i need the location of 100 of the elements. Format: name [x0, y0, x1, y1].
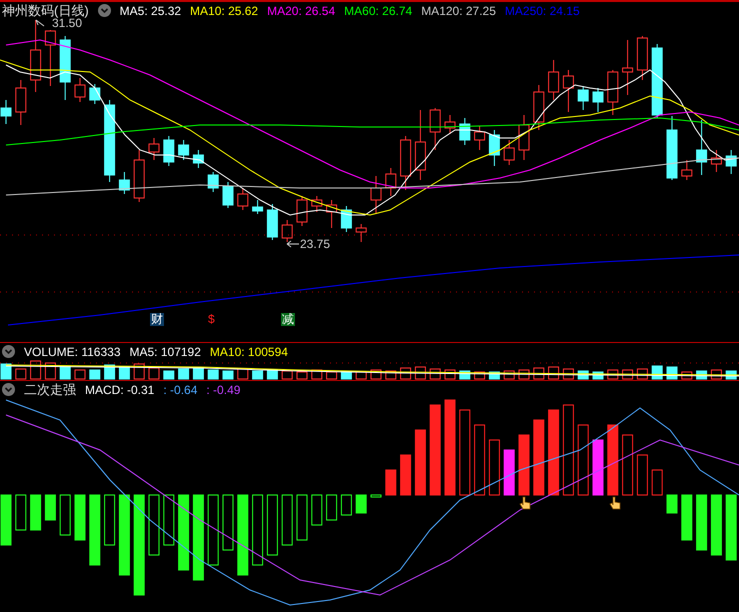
- volume-bar: [266, 370, 278, 380]
- candlestick: [726, 150, 737, 174]
- macd-bar: [163, 494, 174, 546]
- candlestick: [163, 136, 174, 166]
- volume-bar: [311, 370, 322, 380]
- hand-pointer-icon: [519, 496, 530, 510]
- volume-bar: [252, 370, 264, 380]
- candlestick: [192, 150, 204, 168]
- event-marker[interactable]: 财: [150, 313, 164, 326]
- indicator-value: MA5: 107192: [130, 344, 201, 358]
- candlestick: [488, 130, 500, 166]
- macd-bar: [30, 494, 42, 530]
- candlestick: [296, 196, 308, 226]
- candlestick: [607, 70, 618, 116]
- macd-bar: [44, 494, 56, 520]
- macd-bar: [385, 470, 396, 496]
- volume-bar: [89, 370, 100, 380]
- candlestick: [385, 168, 396, 196]
- volume-bar: [444, 370, 456, 380]
- dropdown-icon[interactable]: [2, 345, 15, 358]
- candlestick: [430, 108, 441, 150]
- candlestick: [89, 84, 100, 104]
- volume-bar: [548, 366, 560, 380]
- volume-bar: [237, 368, 248, 380]
- macd-bar: [266, 494, 278, 556]
- volume-bar: [0, 364, 12, 380]
- macd-bar: [710, 494, 722, 556]
- candlestick: [459, 118, 470, 146]
- candlestick: [400, 136, 412, 190]
- candlestick: [622, 40, 634, 96]
- macd-bar: [104, 494, 116, 546]
- volume-bar: [400, 368, 412, 380]
- volume-bar: [163, 370, 174, 380]
- macd-bar: [74, 494, 86, 540]
- candlestick: [370, 176, 382, 214]
- indicator-value: MA250: 24.15: [504, 4, 580, 18]
- volume-bar: [385, 370, 396, 380]
- candlestick: [636, 36, 648, 80]
- macd-bar: [282, 494, 293, 546]
- volume-bar: [44, 362, 56, 380]
- candlestick: [178, 140, 190, 160]
- macd-bar: [652, 470, 663, 496]
- candlestick: [252, 200, 264, 214]
- macd-bar: [148, 494, 160, 556]
- macd-bar: [296, 494, 308, 540]
- high-price-label: 31.50: [36, 16, 82, 30]
- indicator-value: MACD: -0.31: [85, 382, 154, 396]
- indicator-value: MA10: 100594: [210, 344, 288, 358]
- candlestick: [148, 138, 160, 160]
- candlestick: [74, 78, 86, 102]
- macd-bar: [518, 434, 530, 496]
- volume-bar: [178, 368, 190, 380]
- macd-bar: [370, 494, 382, 498]
- candlestick: [266, 204, 278, 240]
- macd-bar: [666, 494, 678, 514]
- macd-bar: [311, 494, 322, 526]
- volume-bar: [710, 370, 722, 380]
- macd-bar: [607, 424, 618, 496]
- macd-bar: [252, 494, 264, 566]
- volume-bar: [60, 366, 71, 380]
- macd-bar: [504, 450, 515, 496]
- macd-bar: [340, 494, 352, 516]
- macd-bar: [636, 454, 648, 496]
- volume-bar: [356, 372, 367, 380]
- low-price-label: 23.75: [286, 237, 330, 251]
- volume-bar: [282, 370, 293, 380]
- indicator-value: MA60: 26.74: [344, 4, 412, 18]
- macd-bar: [326, 494, 338, 520]
- candlestick: [533, 84, 544, 130]
- volume-bar: [148, 368, 160, 380]
- volume-bar: [607, 370, 618, 380]
- indicator-value: MA5: 25.32: [120, 4, 182, 18]
- candlestick: [311, 196, 322, 212]
- candlestick: [666, 116, 678, 180]
- dropdown-icon[interactable]: [98, 4, 111, 17]
- indicator-value: : -0.49: [206, 382, 240, 396]
- candlestick: [710, 150, 722, 172]
- volume-bar: [518, 370, 530, 380]
- volume-bar: [622, 370, 634, 380]
- macd-bar: [208, 494, 219, 566]
- macd-bar: [414, 430, 426, 496]
- macd-bar: [696, 494, 708, 550]
- candlestick: [562, 70, 574, 112]
- candlestick: [592, 88, 604, 112]
- indicator-title: 二次走强: [24, 380, 76, 398]
- volume-bar: [533, 368, 544, 380]
- candlestick: [134, 150, 145, 202]
- event-marker[interactable]: $: [207, 313, 216, 326]
- volume-bar: [118, 366, 130, 380]
- candlestick: [208, 172, 219, 192]
- candlestick: [444, 114, 456, 134]
- macd-bar: [0, 494, 12, 546]
- macd-bar: [726, 494, 737, 560]
- dropdown-icon[interactable]: [2, 383, 15, 396]
- event-marker[interactable]: 减: [281, 313, 295, 326]
- volume-bar: [474, 372, 486, 380]
- macd-bar: [474, 424, 486, 496]
- candlestick: [504, 140, 515, 166]
- candlestick: [326, 200, 338, 228]
- candlestick: [0, 100, 12, 124]
